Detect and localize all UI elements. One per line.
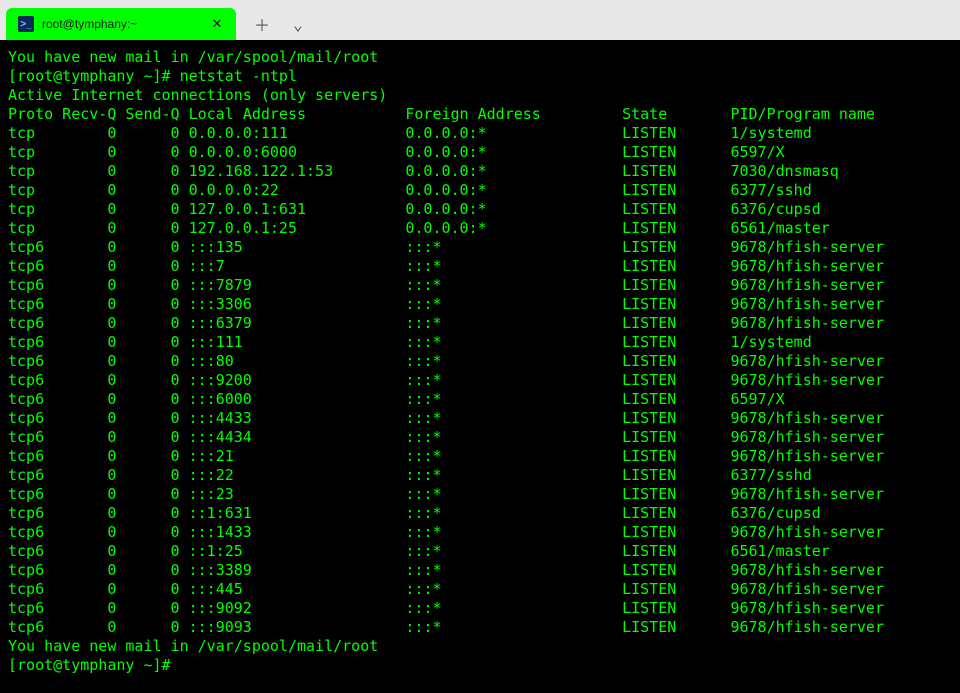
new-tab-icon[interactable]: ＋ xyxy=(248,10,276,38)
netstat-row: tcp6 0 0 :::9200 :::* LISTEN 9678/hfish-… xyxy=(8,371,952,390)
netstat-row: tcp6 0 0 :::22 :::* LISTEN 6377/sshd xyxy=(8,466,952,485)
terminal-tab[interactable]: >_ root@tymphany:~ ✕ xyxy=(6,8,236,40)
netstat-row: tcp6 0 0 ::1:631 :::* LISTEN 6376/cupsd xyxy=(8,504,952,523)
terminal-output[interactable]: You have new mail in /var/spool/mail/roo… xyxy=(0,40,960,693)
netstat-row: tcp6 0 0 :::6379 :::* LISTEN 9678/hfish-… xyxy=(8,314,952,333)
connections-header: Active Internet connections (only server… xyxy=(8,86,952,105)
netstat-row: tcp 0 0 0.0.0.0:6000 0.0.0.0:* LISTEN 65… xyxy=(8,143,952,162)
netstat-row: tcp6 0 0 :::4434 :::* LISTEN 9678/hfish-… xyxy=(8,428,952,447)
mail-notice: You have new mail in /var/spool/mail/roo… xyxy=(8,637,952,656)
mail-notice: You have new mail in /var/spool/mail/roo… xyxy=(8,48,952,67)
tab-title: root@tymphany:~ xyxy=(42,17,202,31)
netstat-row: tcp 0 0 127.0.0.1:631 0.0.0.0:* LISTEN 6… xyxy=(8,200,952,219)
netstat-row: tcp6 0 0 :::1433 :::* LISTEN 9678/hfish-… xyxy=(8,523,952,542)
close-icon[interactable]: ✕ xyxy=(210,17,224,31)
netstat-row: tcp6 0 0 :::80 :::* LISTEN 9678/hfish-se… xyxy=(8,352,952,371)
terminal-icon: >_ xyxy=(18,16,34,32)
tab-controls: ＋ ⌄ xyxy=(248,8,312,40)
netstat-row: tcp6 0 0 :::111 :::* LISTEN 1/systemd xyxy=(8,333,952,352)
netstat-row: tcp6 0 0 :::3389 :::* LISTEN 9678/hfish-… xyxy=(8,561,952,580)
prompt-line[interactable]: [root@tymphany ~]# xyxy=(8,656,952,675)
netstat-row: tcp 0 0 0.0.0.0:111 0.0.0.0:* LISTEN 1/s… xyxy=(8,124,952,143)
netstat-row: tcp6 0 0 ::1:25 :::* LISTEN 6561/master xyxy=(8,542,952,561)
netstat-row: tcp6 0 0 :::9092 :::* LISTEN 9678/hfish-… xyxy=(8,599,952,618)
netstat-row: tcp6 0 0 :::7 :::* LISTEN 9678/hfish-ser… xyxy=(8,257,952,276)
column-header: Proto Recv-Q Send-Q Local Address Foreig… xyxy=(8,105,952,124)
tab-menu-icon[interactable]: ⌄ xyxy=(284,10,312,38)
netstat-row: tcp6 0 0 :::4433 :::* LISTEN 9678/hfish-… xyxy=(8,409,952,428)
netstat-row: tcp 0 0 127.0.0.1:25 0.0.0.0:* LISTEN 65… xyxy=(8,219,952,238)
prompt-line: [root@tymphany ~]# netstat -ntpl xyxy=(8,67,952,86)
netstat-row: tcp6 0 0 :::3306 :::* LISTEN 9678/hfish-… xyxy=(8,295,952,314)
netstat-row: tcp6 0 0 :::23 :::* LISTEN 9678/hfish-se… xyxy=(8,485,952,504)
titlebar: >_ root@tymphany:~ ✕ ＋ ⌄ xyxy=(0,0,960,40)
netstat-row: tcp6 0 0 :::135 :::* LISTEN 9678/hfish-s… xyxy=(8,238,952,257)
netstat-row: tcp6 0 0 :::6000 :::* LISTEN 6597/X xyxy=(8,390,952,409)
netstat-row: tcp6 0 0 :::21 :::* LISTEN 9678/hfish-se… xyxy=(8,447,952,466)
netstat-row: tcp 0 0 192.168.122.1:53 0.0.0.0:* LISTE… xyxy=(8,162,952,181)
netstat-row: tcp6 0 0 :::445 :::* LISTEN 9678/hfish-s… xyxy=(8,580,952,599)
netstat-row: tcp6 0 0 :::7879 :::* LISTEN 9678/hfish-… xyxy=(8,276,952,295)
netstat-row: tcp6 0 0 :::9093 :::* LISTEN 9678/hfish-… xyxy=(8,618,952,637)
netstat-row: tcp 0 0 0.0.0.0:22 0.0.0.0:* LISTEN 6377… xyxy=(8,181,952,200)
